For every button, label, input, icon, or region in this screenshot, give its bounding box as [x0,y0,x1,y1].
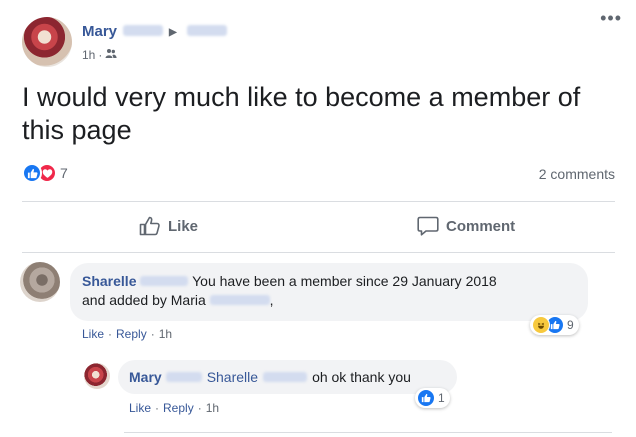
comment-icon [417,216,439,236]
meta-separator: · [98,47,103,62]
like-button-label: Like [168,217,199,235]
commenter-name[interactable]: Sharelle [82,273,136,289]
separator: · [150,327,155,341]
comment-bubble: Sharelle You have been a member since 29… [70,263,588,321]
mention-redacted[interactable] [209,294,270,305]
comment-reply-link[interactable]: Reply [116,327,147,341]
reply-reactions[interactable]: 1 [415,388,450,408]
poster-avatar[interactable] [22,17,72,67]
separator: · [197,401,202,415]
reply-author-name[interactable]: Mary [129,369,162,385]
post-header-names: Mary ▶ [82,23,227,40]
comment-reaction-count: 9 [567,318,574,332]
reply-reaction-count: 1 [438,391,445,405]
reply-time[interactable]: 1h [206,401,219,415]
comment-text: and added by Maria [82,292,206,308]
commenter-surname-redacted [140,275,189,286]
comments-count-link[interactable]: 2 comments [539,166,615,182]
like-reaction-icon [417,389,435,407]
thumbs-up-icon [139,216,160,236]
poster-name-link[interactable]: Mary [82,23,117,40]
separator: · [108,327,113,341]
comment-text: You have been a member since 29 January … [192,273,497,289]
post-meta: 1h · [82,47,117,62]
post-text: I would very much like to become a membe… [22,82,581,145]
reply-reply-link[interactable]: Reply [163,401,194,415]
reply-actions: Like · Reply · 1h [129,401,219,415]
comment-text: , [269,292,274,308]
comment-reactions[interactable]: 9 [530,315,579,335]
reply-mention[interactable]: Sharelle [207,369,258,385]
comment-time[interactable]: 1h [159,327,172,341]
reply-author-avatar[interactable] [84,363,110,389]
shared-to-arrow-icon: ▶ [169,26,177,38]
reply-text: oh ok thank you [312,369,411,385]
mention-surname-redacted [263,371,308,382]
separator: · [155,401,160,415]
haha-reaction-icon [532,316,550,334]
reactions-summary[interactable]: 7 [22,163,68,183]
post-timestamp[interactable]: 1h [82,48,95,62]
comment-button-label: Comment [446,217,516,235]
community-page-link-redacted[interactable] [186,25,227,37]
commenter-avatar[interactable] [20,262,60,302]
reaction-count: 7 [60,165,68,181]
reply-input-edge[interactable] [124,432,612,437]
reply-author-surname-redacted [165,371,202,382]
comment-like-link[interactable]: Like [82,327,104,341]
more-options-icon[interactable]: ••• [600,9,622,27]
poster-surname-redacted [123,25,164,37]
friends-icon[interactable] [105,47,117,62]
comment-button[interactable]: Comment [416,214,515,238]
reply-like-link[interactable]: Like [129,401,151,415]
divider [22,201,615,202]
comment-actions: Like · Reply · 1h [82,327,172,341]
reply-bubble: Mary Sharelle oh ok thank you [118,360,457,394]
like-reaction-icon [22,163,42,183]
divider [22,252,615,253]
like-button[interactable]: Like [138,214,198,238]
